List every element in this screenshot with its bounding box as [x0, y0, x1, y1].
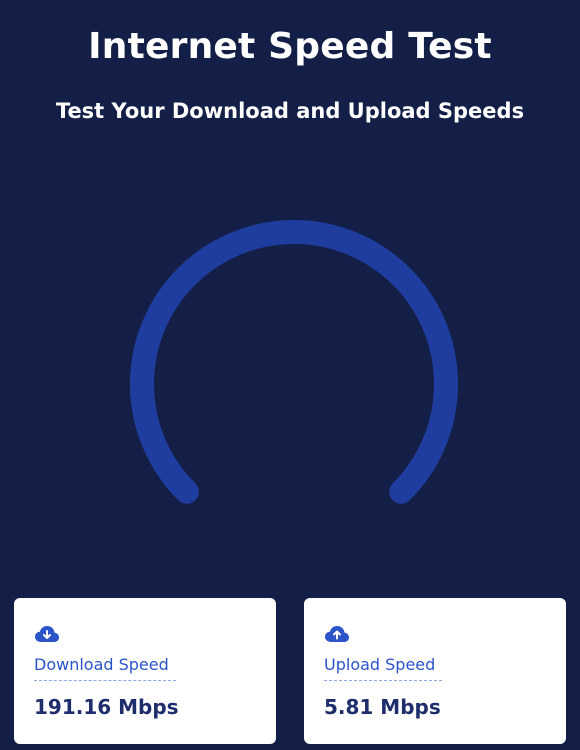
- download-speed-label: Download Speed: [34, 654, 176, 681]
- upload-speed-value: 5.81 Mbps: [324, 695, 441, 719]
- cloud-download-icon: [35, 626, 59, 642]
- page-subtitle: Test Your Download and Upload Speeds: [55, 99, 525, 123]
- cloud-upload-icon: [325, 626, 349, 642]
- upload-speed-label: Upload Speed: [324, 654, 442, 681]
- download-speed-value: 191.16 Mbps: [34, 695, 179, 719]
- page-title: Internet Speed Test: [88, 26, 492, 67]
- download-speed-card: Download Speed 191.16 Mbps: [14, 598, 276, 744]
- gauge-track: [130, 220, 458, 504]
- upload-speed-card: Upload Speed 5.81 Mbps: [304, 598, 566, 744]
- speed-gauge: [130, 220, 458, 504]
